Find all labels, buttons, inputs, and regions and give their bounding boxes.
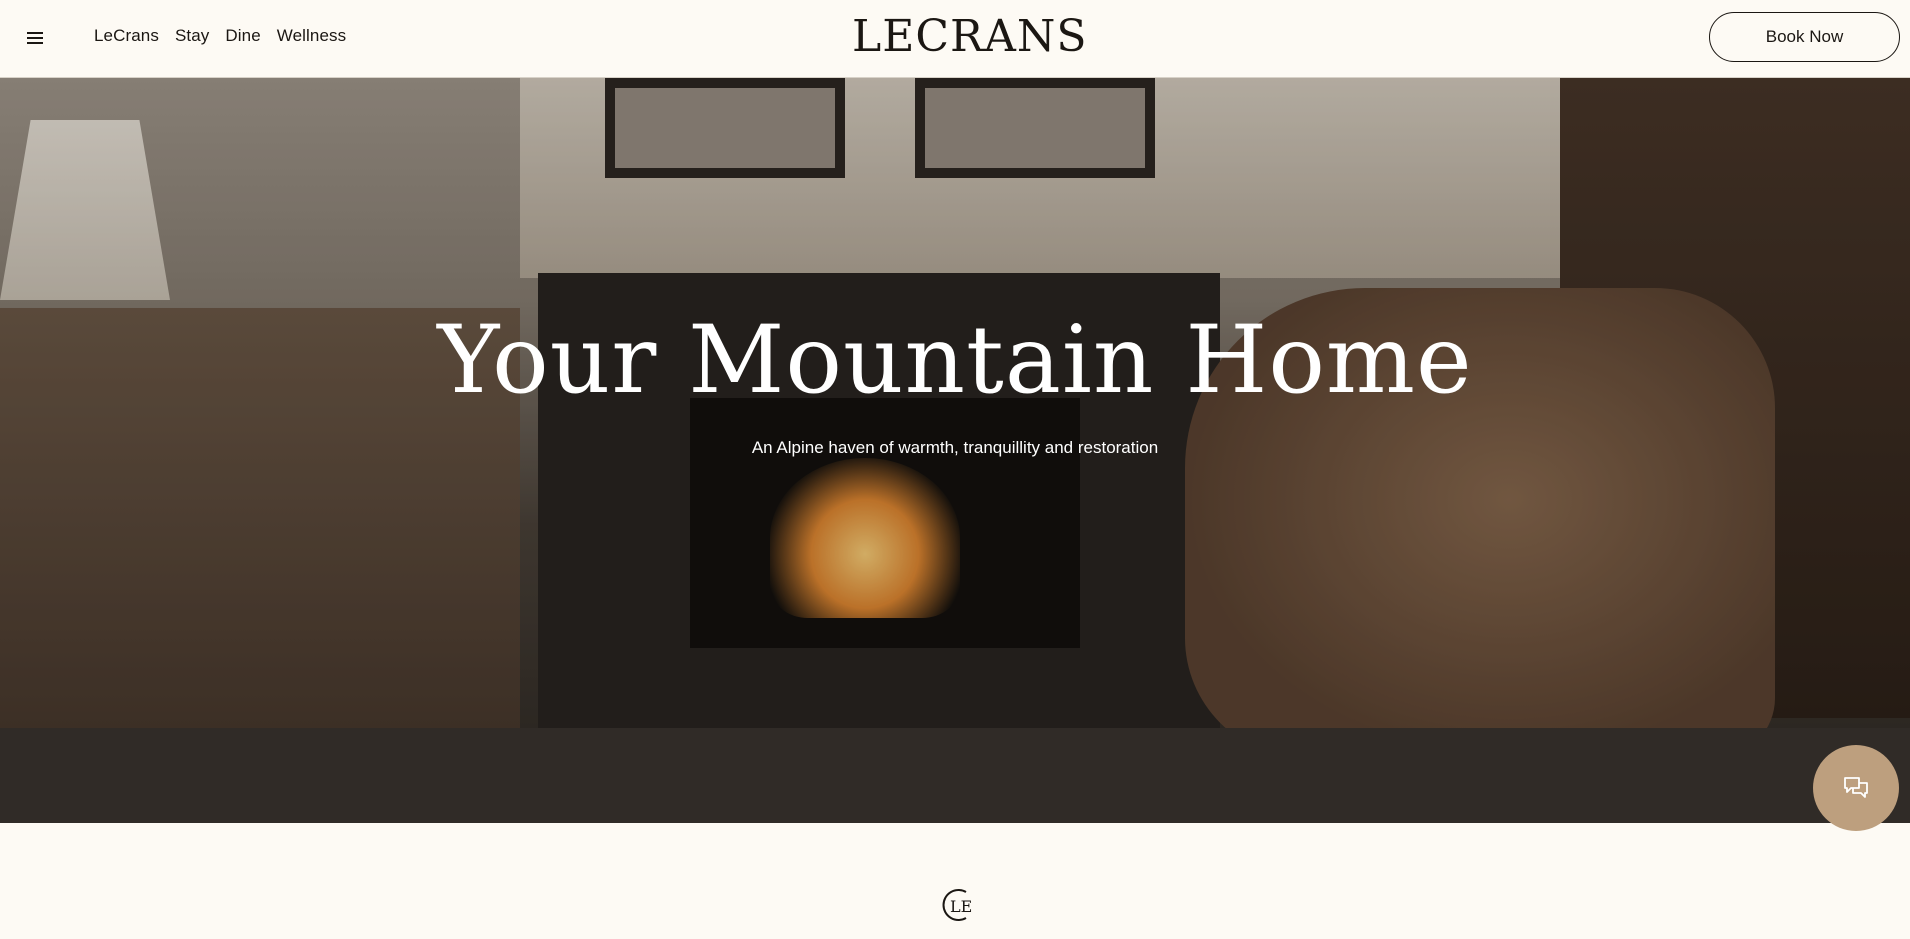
nav-link-dine[interactable]: Dine <box>225 26 260 46</box>
book-now-button[interactable]: Book Now <box>1709 12 1900 62</box>
chat-button[interactable] <box>1813 745 1899 831</box>
hero-title: Your Mountain Home <box>437 306 1473 415</box>
svg-text:LE: LE <box>950 897 972 916</box>
nav-link-stay[interactable]: Stay <box>175 26 209 46</box>
hamburger-menu-icon[interactable] <box>24 29 48 49</box>
intro-section: LE <box>0 823 1910 939</box>
hero-section: Your Mountain Home An Alpine haven of wa… <box>0 78 1910 823</box>
logo-wordmark: LECRANS <box>852 11 1088 62</box>
main-nav: LeCrans Stay Dine Wellness <box>94 26 346 46</box>
hero-subtitle: An Alpine haven of warmth, tranquillity … <box>751 438 1159 457</box>
lecrans-logo[interactable]: LECRANS <box>852 10 1088 64</box>
site-header: LeCrans Stay Dine Wellness LECRANS Book … <box>0 0 1910 78</box>
le-monogram-icon: LE <box>942 889 972 921</box>
nav-link-wellness[interactable]: Wellness <box>277 26 346 46</box>
chat-bubbles-icon <box>1844 777 1868 798</box>
nav-link-lecrans[interactable]: LeCrans <box>94 26 159 46</box>
